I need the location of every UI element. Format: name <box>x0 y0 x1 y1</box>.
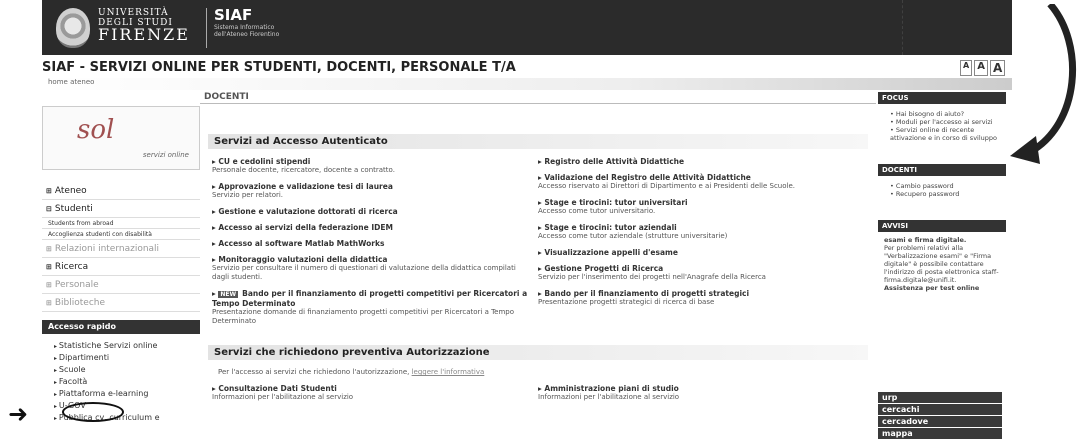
sidebar-item-personale[interactable]: ⊞ Personale <box>42 276 200 294</box>
focus-link-help[interactable]: Hai bisogno di aiuto? <box>890 110 1006 118</box>
change-password-link[interactable]: Cambio password <box>890 182 1006 190</box>
focus-list: Hai bisogno di aiuto? Moduli per l'acces… <box>878 104 1006 148</box>
pointing-arrow-icon: ➜ <box>8 400 29 428</box>
sol-logo[interactable]: sol servizi online <box>42 106 200 170</box>
quick-link-facolta[interactable]: Facoltà <box>54 376 200 388</box>
sidebar-sub-students-abroad[interactable]: Students from abroad <box>42 218 200 229</box>
auth-right-col: Amministrazione piani di studioInformazi… <box>538 384 864 409</box>
sidebar-nav: ⊞ Ateneo ⊟ Studenti Students from abroad A… <box>42 182 200 312</box>
font-large-button[interactable]: A <box>989 60 1006 76</box>
sol-logo-tagline: servizi online <box>142 151 189 159</box>
avviso-title2[interactable]: Assistenza per test online <box>884 284 1000 292</box>
service-item[interactable]: Approvazione e validazione tesi di laure… <box>212 182 530 200</box>
quick-access-header: Accesso rapido <box>42 320 200 334</box>
recover-password-link[interactable]: Recupero password <box>890 190 1006 198</box>
service-item[interactable]: Stage e tirocini: tutor aziendaliAccesso… <box>538 223 856 241</box>
quick-link-dipartimenti[interactable]: Dipartimenti <box>54 352 200 364</box>
section-heading: DOCENTI <box>200 92 876 104</box>
service-item[interactable]: NEWBando per il finanziamento di progett… <box>212 289 530 326</box>
left-sidebar: sol servizi online ⊞ Ateneo ⊟ Studenti Stu… <box>42 92 200 424</box>
focus-link-moduli[interactable]: Moduli per l'accesso ai servizi <box>890 118 1006 126</box>
sidebar-item-ateneo[interactable]: ⊞ Ateneo <box>42 182 200 200</box>
sidebar-item-ricerca[interactable]: ⊞ Ricerca <box>42 258 200 276</box>
font-size-controls: A A A <box>960 60 1006 76</box>
new-badge: NEW <box>218 291 239 298</box>
siaf-logo[interactable]: SIAF Sistema Informatico dell'Ateneo Fio… <box>214 6 279 38</box>
avvisi-header: AVVISI <box>878 220 1006 232</box>
quick-link-elearning[interactable]: Piattaforma e-learning <box>54 388 200 400</box>
right-sidebar: FOCUS Hai bisogno di aiuto? Moduli per l… <box>878 92 1006 296</box>
service-item[interactable]: Accesso ai servizi della federazione IDE… <box>212 223 530 232</box>
brand-name: SIAF <box>214 6 253 24</box>
university-logo[interactable]: UNIVERSITÀ DEGLI STUDI FIRENZE <box>98 8 190 44</box>
auth-left-col: Consultazione Dati StudentiInformazioni … <box>212 384 538 409</box>
section-authorization: Servizi che richiedono preventiva Autori… <box>208 345 868 360</box>
breadcrumb[interactable]: home ateneo <box>48 78 94 86</box>
sidebar-item-relazioni[interactable]: ⊞ Relazioni internazionali <box>42 240 200 258</box>
docenti-list: Cambio password Recupero password <box>878 176 1006 204</box>
link-urp[interactable]: urp <box>878 392 1002 403</box>
service-item[interactable]: Amministrazione piani di studioInformazi… <box>538 384 856 402</box>
informativa-link[interactable]: leggere l'informativa <box>412 368 485 376</box>
brand-sub2: dell'Ateneo Fiorentino <box>214 31 280 38</box>
sidebar-item-biblioteche[interactable]: ⊞ Biblioteche <box>42 294 200 312</box>
service-item[interactable]: Accesso al software Matlab MathWorks <box>212 239 530 248</box>
brand-sub1: Sistema Informatico <box>214 24 275 31</box>
header-divider <box>206 8 207 48</box>
focus-header: FOCUS <box>878 92 1006 104</box>
services-left-col: CU e cedolini stipendiPersonale docente,… <box>212 157 538 333</box>
service-item[interactable]: Consultazione Dati StudentiInformazioni … <box>212 384 530 402</box>
breadcrumb-bar: home ateneo <box>42 78 1012 90</box>
service-item[interactable]: Validazione del Registro delle Attività … <box>538 173 856 191</box>
link-mappa[interactable]: mappa <box>878 428 1002 439</box>
sidebar-sub-disabilita[interactable]: Accoglienza studenti con disabilità <box>42 229 200 240</box>
quick-link-scuole[interactable]: Scuole <box>54 364 200 376</box>
link-cercadove[interactable]: cercadove <box>878 416 1002 427</box>
service-item[interactable]: Bando per il finanziamento di progetti s… <box>538 289 856 307</box>
font-small-button[interactable]: A <box>960 60 973 76</box>
curved-arrow-icon <box>1010 4 1077 164</box>
font-medium-button[interactable]: A <box>974 60 988 76</box>
service-item[interactable]: Monitoraggio valutazioni della didattica… <box>212 255 530 282</box>
page-title: SIAF - SERVIZI ONLINE PER STUDENTI, DOCE… <box>42 60 516 75</box>
docenti-header: DOCENTI <box>878 164 1006 176</box>
site-header: UNIVERSITÀ DEGLI STUDI FIRENZE SIAF Sist… <box>42 0 1012 55</box>
avviso-text: Per problemi relativi alla "Verbalizzazi… <box>884 244 999 284</box>
uni-line3: FIRENZE <box>98 25 190 44</box>
link-cercachi[interactable]: cercachi <box>878 404 1002 415</box>
authorization-services: Consultazione Dati StudentiInformazioni … <box>200 384 876 409</box>
header-decoration <box>902 0 992 55</box>
service-item[interactable]: CU e cedolini stipendiPersonale docente,… <box>212 157 530 175</box>
main-content: DOCENTI Servizi ad Accesso Autenticato C… <box>200 92 876 409</box>
quick-links-dark: urp cercachi cercadove mappa <box>878 392 1002 440</box>
avvisi-box: esami e firma digitale. Per problemi rel… <box>878 232 1006 296</box>
service-item[interactable]: Stage e tirocini: tutor universitariAcce… <box>538 198 856 216</box>
uni-line1: UNIVERSITÀ <box>98 8 169 18</box>
focus-link-new-services[interactable]: Servizi online di recente attivazione e … <box>890 126 1006 142</box>
quick-link-statistiche[interactable]: Statistiche Servizi online <box>54 340 200 352</box>
ugov-highlight-circle <box>62 402 124 422</box>
sol-logo-mark: sol <box>77 115 115 145</box>
authorization-note: Per l'accesso ai servizi che richiedono … <box>218 368 485 376</box>
authenticated-services: CU e cedolini stipendiPersonale docente,… <box>200 157 876 333</box>
section-authenticated: Servizi ad Accesso Autenticato <box>208 134 868 149</box>
service-item[interactable]: Visualizzazione appelli d'esame <box>538 248 856 257</box>
services-right-col: Registro delle Attività Didattiche Valid… <box>538 157 864 333</box>
sidebar-item-studenti[interactable]: ⊟ Studenti <box>42 200 200 218</box>
university-seal-icon <box>56 8 90 48</box>
service-item[interactable]: Gestione Progetti di RicercaServizio per… <box>538 264 856 282</box>
service-item[interactable]: Registro delle Attività Didattiche <box>538 157 856 166</box>
service-item[interactable]: Gestione e valutazione dottorati di rice… <box>212 207 530 216</box>
avviso-title: esami e firma digitale. <box>884 236 967 244</box>
